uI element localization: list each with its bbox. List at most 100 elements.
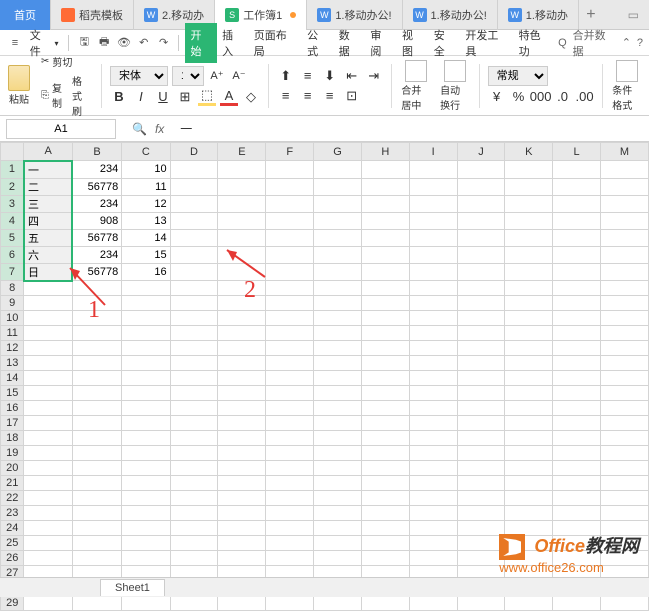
- row-header-7[interactable]: 7: [1, 263, 24, 281]
- cell-C26[interactable]: [122, 551, 170, 566]
- cell-D8[interactable]: [170, 281, 218, 296]
- cell-A21[interactable]: [24, 476, 72, 491]
- cell-B29[interactable]: [72, 596, 121, 611]
- cell-J7[interactable]: [457, 263, 505, 281]
- row-header-26[interactable]: 26: [1, 551, 24, 566]
- tab-menu-button[interactable]: ▭: [618, 8, 649, 22]
- undo-icon[interactable]: ↶: [135, 34, 153, 52]
- row-header-18[interactable]: 18: [1, 431, 24, 446]
- cell-H7[interactable]: [361, 263, 409, 281]
- cell-G15[interactable]: [314, 386, 362, 401]
- cell-C4[interactable]: 13: [122, 212, 170, 229]
- cell-B12[interactable]: [72, 341, 121, 356]
- cell-E10[interactable]: [218, 311, 266, 326]
- cell-A9[interactable]: [24, 296, 72, 311]
- cell-F12[interactable]: [266, 341, 314, 356]
- percent-icon[interactable]: %: [510, 88, 528, 106]
- cell-B16[interactable]: [72, 401, 121, 416]
- cell-G8[interactable]: [314, 281, 362, 296]
- fill-color-button[interactable]: ⬚: [198, 88, 216, 106]
- cell-K12[interactable]: [505, 341, 553, 356]
- cell-H23[interactable]: [361, 506, 409, 521]
- cell-H21[interactable]: [361, 476, 409, 491]
- align-right-icon[interactable]: ≡: [321, 87, 339, 105]
- cell-H24[interactable]: [361, 521, 409, 536]
- cell-D19[interactable]: [170, 446, 218, 461]
- cell-H8[interactable]: [361, 281, 409, 296]
- sheet-tab-1[interactable]: Sheet1: [100, 579, 165, 596]
- cell-L12[interactable]: [553, 341, 601, 356]
- cell-C7[interactable]: 16: [122, 263, 170, 281]
- cell-E15[interactable]: [218, 386, 266, 401]
- cell-D14[interactable]: [170, 371, 218, 386]
- cell-M16[interactable]: [600, 401, 648, 416]
- cell-E19[interactable]: [218, 446, 266, 461]
- cell-E16[interactable]: [218, 401, 266, 416]
- cell-E9[interactable]: [218, 296, 266, 311]
- cell-G14[interactable]: [314, 371, 362, 386]
- cell-B20[interactable]: [72, 461, 121, 476]
- cell-G7[interactable]: [314, 263, 362, 281]
- cell-I11[interactable]: [409, 326, 457, 341]
- cell-L15[interactable]: [553, 386, 601, 401]
- cell-L16[interactable]: [553, 401, 601, 416]
- currency-icon[interactable]: ¥: [488, 88, 506, 106]
- cell-I20[interactable]: [409, 461, 457, 476]
- cell-K4[interactable]: [505, 212, 553, 229]
- cell-K1[interactable]: [505, 161, 553, 179]
- cell-B18[interactable]: [72, 431, 121, 446]
- cell-K13[interactable]: [505, 356, 553, 371]
- cell-M4[interactable]: [600, 212, 648, 229]
- cell-L14[interactable]: [553, 371, 601, 386]
- cell-G20[interactable]: [314, 461, 362, 476]
- cell-M1[interactable]: [600, 161, 648, 179]
- cell-E22[interactable]: [218, 491, 266, 506]
- cell-B19[interactable]: [72, 446, 121, 461]
- cell-B21[interactable]: [72, 476, 121, 491]
- cell-M21[interactable]: [600, 476, 648, 491]
- cell-E3[interactable]: [218, 195, 266, 212]
- cell-K9[interactable]: [505, 296, 553, 311]
- cell-L6[interactable]: [553, 246, 601, 263]
- cell-H4[interactable]: [361, 212, 409, 229]
- cell-F19[interactable]: [266, 446, 314, 461]
- cell-J15[interactable]: [457, 386, 505, 401]
- cell-L11[interactable]: [553, 326, 601, 341]
- cell-F6[interactable]: [266, 246, 314, 263]
- cell-E8[interactable]: [218, 281, 266, 296]
- cell-D29[interactable]: [170, 596, 218, 611]
- row-header-5[interactable]: 5: [1, 229, 24, 246]
- cell-C1[interactable]: 10: [122, 161, 170, 179]
- conditional-format-button[interactable]: 条件格式: [610, 58, 643, 114]
- cell-C16[interactable]: [122, 401, 170, 416]
- cell-B17[interactable]: [72, 416, 121, 431]
- cell-L29[interactable]: [553, 596, 601, 611]
- ribbon-tab-formula[interactable]: 公式: [302, 23, 334, 63]
- cell-A11[interactable]: [24, 326, 72, 341]
- cell-L13[interactable]: [553, 356, 601, 371]
- cell-A25[interactable]: [24, 536, 72, 551]
- cell-B25[interactable]: [72, 536, 121, 551]
- cell-J10[interactable]: [457, 311, 505, 326]
- cell-G5[interactable]: [314, 229, 362, 246]
- cell-M19[interactable]: [600, 446, 648, 461]
- cell-E12[interactable]: [218, 341, 266, 356]
- cell-L3[interactable]: [553, 195, 601, 212]
- cell-F26[interactable]: [266, 551, 314, 566]
- cell-A29[interactable]: [24, 596, 72, 611]
- bold-button[interactable]: B: [110, 88, 128, 106]
- cell-B22[interactable]: [72, 491, 121, 506]
- cell-I29[interactable]: [409, 596, 457, 611]
- cut-button[interactable]: 剪切: [38, 53, 93, 70]
- help-icon[interactable]: ?: [637, 37, 643, 49]
- align-left-icon[interactable]: ≡: [277, 87, 295, 105]
- row-header-17[interactable]: 17: [1, 416, 24, 431]
- cell-I26[interactable]: [409, 551, 457, 566]
- cell-E20[interactable]: [218, 461, 266, 476]
- row-header-22[interactable]: 22: [1, 491, 24, 506]
- cell-K7[interactable]: [505, 263, 553, 281]
- cell-K20[interactable]: [505, 461, 553, 476]
- cell-G18[interactable]: [314, 431, 362, 446]
- cell-C11[interactable]: [122, 326, 170, 341]
- cell-G4[interactable]: [314, 212, 362, 229]
